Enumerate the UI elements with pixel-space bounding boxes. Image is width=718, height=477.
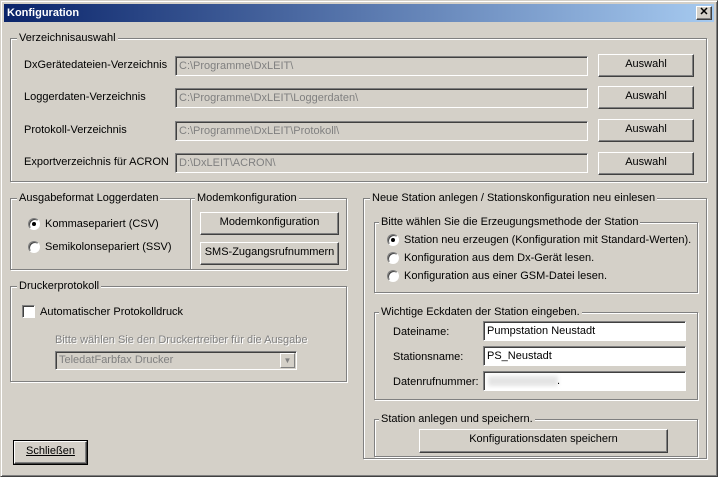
station-details-legend: Wichtige Eckdaten der Station eingeben. (379, 305, 582, 319)
close-button[interactable]: Schließen (13, 440, 88, 465)
create-new-label[interactable]: Station neu erzeugen (Konfiguration mit … (404, 233, 691, 247)
printer-driver-value: TeledatFarbfax Drucker (59, 354, 174, 366)
creation-method-group: Bitte wählen Sie die Erzeugungsmethode d… (374, 215, 698, 293)
auto-print-label[interactable]: Automatischer Protokolldruck (40, 305, 183, 319)
save-config-button[interactable]: Konfigurationsdaten speichern (419, 429, 668, 453)
acron-export-dir-field[interactable]: D:\DxLEIT\ACRON\ (175, 153, 588, 173)
acron-export-dir-browse-button[interactable]: Auswahl (598, 152, 694, 175)
csv-radio[interactable] (28, 218, 40, 230)
create-new-radio[interactable] (387, 234, 399, 246)
logger-dir-label: Loggerdaten-Verzeichnis (24, 91, 146, 103)
directory-group: Verzeichnisauswahl DxGerätedateien-Verze… (10, 31, 707, 182)
logger-format-group: Ausgabeformat Loggerdaten Kommasepariert… (10, 191, 191, 270)
chevron-down-icon[interactable]: ▼ (280, 353, 295, 368)
stationname-label: Stationsname: (393, 351, 464, 363)
stationname-input[interactable]: PS_Neustadt (483, 346, 686, 366)
read-from-device-radio[interactable] (387, 252, 399, 264)
save-station-legend: Station anlegen und speichern. (379, 412, 535, 426)
printer-legend: Druckerprotokoll (17, 279, 102, 293)
redacted-value (488, 376, 558, 386)
device-files-dir-browse-button[interactable]: Auswahl (598, 54, 694, 77)
sms-numbers-button[interactable]: SMS-Zugangsrufnummern (200, 242, 339, 265)
config-dialog: Konfiguration ✕ Verzeichnisauswahl DxGer… (0, 0, 718, 477)
csv-label[interactable]: Kommasepariert (CSV) (45, 217, 159, 231)
modem-group: Modemkonfiguration Modemkonfiguration SM… (190, 191, 347, 270)
ssv-label[interactable]: Semikolonsepariert (SSV) (45, 240, 172, 254)
title-bar: Konfiguration ✕ (4, 4, 714, 22)
printer-driver-prompt: Bitte wählen Sie den Druckertreiber für … (55, 334, 308, 346)
read-from-device-label[interactable]: Konfiguration aus dem Dx-Gerät lesen. (404, 251, 594, 265)
protocol-dir-browse-button[interactable]: Auswahl (598, 119, 694, 142)
device-files-dir-field[interactable]: C:\Programme\DxLEIT\ (175, 56, 588, 76)
auto-print-checkbox[interactable] (22, 305, 35, 318)
printer-group: Druckerprotokoll Automatischer Protokoll… (10, 279, 347, 382)
creation-method-legend: Bitte wählen Sie die Erzeugungsmethode d… (379, 215, 641, 229)
new-station-group: Neue Station anlegen / Stationskonfigura… (363, 191, 707, 459)
logger-format-legend: Ausgabeformat Loggerdaten (17, 191, 161, 205)
device-files-dir-label: DxGerätedateien-Verzeichnis (24, 59, 168, 71)
protocol-dir-label: Protokoll-Verzeichnis (24, 124, 127, 136)
new-station-legend: Neue Station anlegen / Stationskonfigura… (370, 191, 658, 205)
logger-dir-browse-button[interactable]: Auswahl (598, 86, 694, 109)
modem-config-button[interactable]: Modemkonfiguration (200, 212, 339, 235)
modem-legend: Modemkonfiguration (195, 191, 299, 205)
acron-export-dir-label: Exportverzeichnis für ACRON (24, 156, 169, 168)
logger-dir-field[interactable]: C:\Programme\DxLEIT\Loggerdaten\ (175, 88, 588, 108)
station-details-group: Wichtige Eckdaten der Station eingeben. … (374, 305, 698, 400)
read-from-gsm-file-radio[interactable] (387, 270, 399, 282)
protocol-dir-field[interactable]: C:\Programme\DxLEIT\Protokoll\ (175, 121, 588, 141)
printer-driver-select[interactable]: TeledatFarbfax Drucker ▼ (55, 351, 297, 370)
window-title: Konfiguration (7, 7, 80, 19)
filename-label: Dateiname: (393, 326, 450, 338)
filename-input[interactable]: Pumpstation Neustadt (483, 321, 686, 341)
directory-group-legend: Verzeichnisauswahl (17, 31, 118, 45)
save-station-group: Station anlegen und speichern. Konfigura… (374, 412, 698, 457)
close-icon[interactable]: ✕ (696, 6, 712, 20)
read-from-gsm-file-label[interactable]: Konfiguration aus einer GSM-Datei lesen. (404, 269, 607, 283)
dialnumber-input[interactable]: . (483, 371, 686, 391)
dialnumber-label: Datenrufnummer: (393, 376, 479, 388)
dialnumber-value: . (557, 375, 561, 387)
ssv-radio[interactable] (28, 241, 40, 253)
